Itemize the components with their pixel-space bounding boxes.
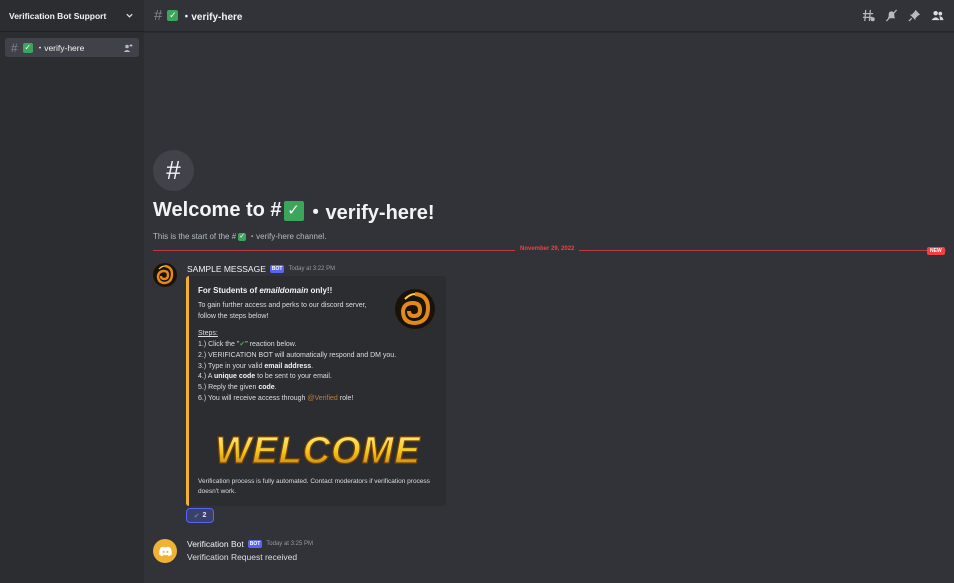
- welcome-heading: Welcome to # ✓ ・verify-here!: [153, 196, 435, 225]
- bot-badge: BOT: [247, 540, 263, 548]
- add-member-icon[interactable]: [123, 43, 133, 53]
- steps-heading: Steps:: [198, 330, 218, 338]
- welcome-subtitle: This is the start of the # ✓ ・verify-her…: [153, 231, 435, 242]
- welcome-heading-prefix: Welcome to #: [153, 199, 282, 221]
- embed-thumbnail: [395, 289, 435, 329]
- role-mention[interactable]: @Verified: [307, 395, 337, 402]
- channel-topbar: # ✓ ・verify-here: [144, 0, 954, 32]
- message-header: SAMPLE MESSAGE BOT Today at 3:22 PM: [187, 264, 335, 274]
- embed-card: For Students of emaildomain only!! To ga…: [186, 276, 446, 506]
- step-5: 5.) Reply the given code.: [198, 383, 436, 394]
- welcome-heading-suffix: ・verify-here!: [305, 202, 435, 224]
- embed-title-emphasis: emaildomain: [259, 286, 309, 295]
- hash-icon: #: [153, 150, 194, 191]
- welcome-subtitle-suffix: ・verify-here channel.: [248, 232, 327, 241]
- embed-title-prefix: For Students of: [198, 286, 260, 295]
- hash-icon: #: [154, 7, 163, 24]
- embed-steps: Steps: 1.) Click the "✔" reaction below.…: [198, 329, 436, 405]
- step-4-suffix: to be sent to your email.: [255, 373, 332, 381]
- check-mark-emoji-icon: ✓: [167, 10, 179, 21]
- step-6-suffix: role!: [337, 394, 354, 402]
- step-3-prefix: 3.) Type in your valid: [198, 362, 265, 370]
- step-3-suffix: .: [311, 362, 314, 370]
- server-header[interactable]: Verification Bot Support: [0, 0, 144, 32]
- check-mark-emoji-icon: ✓: [238, 232, 247, 241]
- flame-logo-icon: [156, 264, 174, 285]
- bot-badge: BOT: [269, 265, 285, 273]
- topbar-icons: [862, 9, 944, 22]
- channel-title: ・verify-here: [181, 12, 243, 23]
- threads-icon[interactable]: [862, 9, 875, 22]
- step-5-prefix: 5.) Reply the given: [198, 384, 259, 392]
- welcome-subtitle-prefix: This is the start of the #: [153, 232, 237, 241]
- step-4-bold: unique code: [213, 373, 256, 381]
- step-4: 4.) A unique code to be sent to your ema…: [198, 372, 436, 383]
- chevron-down-icon: [126, 13, 133, 18]
- divider-date: November 29, 2022: [515, 246, 580, 252]
- flame-logo-icon: [400, 292, 431, 326]
- message-author[interactable]: SAMPLE MESSAGE: [187, 264, 266, 274]
- message-author[interactable]: Verification Bot: [187, 539, 244, 549]
- welcome-banner-text: WELCOME: [215, 430, 421, 472]
- step-6: 6.) You will receive access through @Ver…: [198, 394, 436, 405]
- pin-icon[interactable]: [908, 9, 921, 22]
- mute-bell-icon[interactable]: [885, 9, 898, 22]
- hash-icon: #: [11, 40, 18, 55]
- sidebar-item-label: ・verify-here: [35, 42, 85, 53]
- message-timestamp: Today at 3:25 PM: [266, 541, 313, 547]
- welcome-banner-image[interactable]: WELCOME: [198, 427, 438, 473]
- step-4-prefix: 4.) A: [198, 373, 214, 381]
- reaction-count: 2: [202, 512, 207, 519]
- avatar[interactable]: [153, 539, 177, 563]
- server-name: Verification Bot Support: [9, 10, 107, 21]
- check-mark-icon: ✔: [193, 512, 200, 520]
- sidebar-item-verify-here[interactable]: # ✓ ・verify-here: [5, 38, 139, 57]
- new-messages-badge[interactable]: NEW: [927, 247, 945, 255]
- avatar[interactable]: [153, 263, 177, 287]
- step-1-prefix: 1.) Click the ": [198, 340, 240, 348]
- step-5-bold: code: [258, 384, 275, 392]
- check-mark-emoji-icon: ✓: [22, 42, 33, 53]
- check-mark-emoji-icon: ✓: [283, 200, 304, 221]
- member-list-icon[interactable]: [931, 9, 944, 22]
- discord-logo-icon: [158, 546, 172, 556]
- message-timestamp: Today at 3:22 PM: [288, 266, 336, 272]
- step-3-bold: email address: [264, 362, 312, 370]
- step-3: 3.) Type in your valid email address.: [198, 362, 436, 373]
- step-5-suffix: .: [274, 384, 277, 392]
- message-header: Verification Bot BOT Today at 3:25 PM: [187, 539, 313, 549]
- step-1: 1.) Click the "✔" reaction below.: [198, 340, 436, 351]
- chat-area: # ✓ ・verify-here # Welcome to # ✓ ・verif…: [144, 0, 954, 583]
- embed-title-suffix: only!!: [308, 286, 333, 295]
- channel-welcome: # Welcome to # ✓ ・verify-here! This is t…: [153, 150, 435, 242]
- reaction-button[interactable]: ✔ 2: [186, 508, 214, 523]
- channel-sidebar: Verification Bot Support # ✓ ・verify-her…: [0, 0, 144, 583]
- step-1-suffix: " reaction below.: [245, 340, 297, 348]
- message-content: Verification Request received: [187, 552, 298, 562]
- embed-description: To gain further access and perks to our …: [198, 302, 367, 320]
- step-2: 2.) VERIFICATION BOT will automatically …: [198, 351, 397, 359]
- embed-footer: Verification process is fully automated.…: [198, 478, 430, 495]
- step-6-prefix: 6.) You will receive access through: [198, 394, 308, 402]
